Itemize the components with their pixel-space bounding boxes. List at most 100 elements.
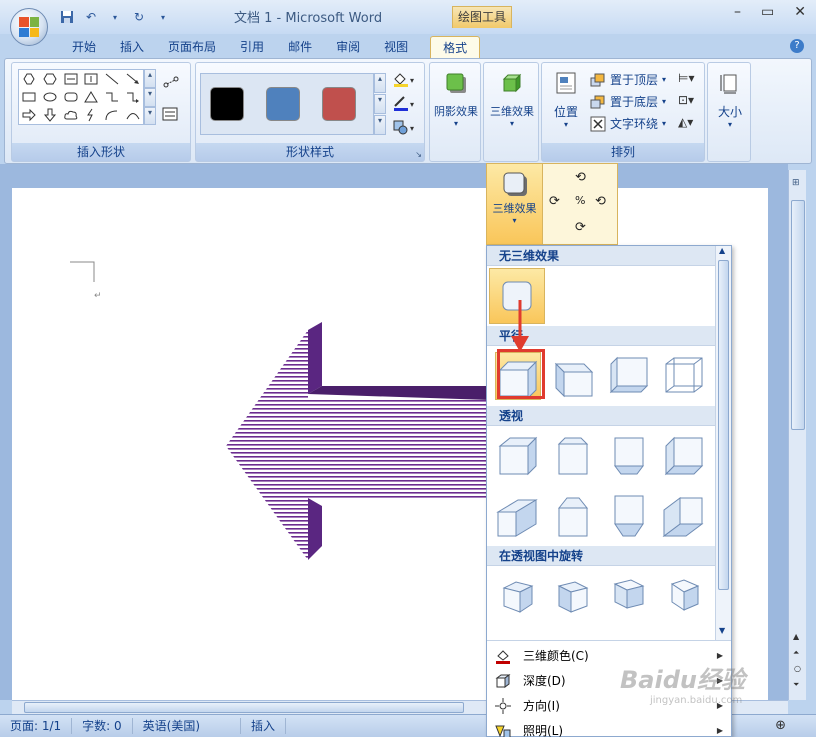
close-icon[interactable]: ✕ — [794, 4, 806, 20]
perspective-option-4[interactable] — [662, 432, 708, 480]
change-shape-icon[interactable]: ▾ — [392, 119, 418, 138]
tab-mailings[interactable]: 邮件 — [276, 36, 324, 58]
browse-object-icon[interactable]: ○ — [794, 664, 801, 673]
undo-icon[interactable]: ↶ — [82, 8, 100, 26]
style-swatch-red[interactable] — [322, 87, 356, 121]
tab-review[interactable]: 审阅 — [324, 36, 372, 58]
horizontal-scroll-thumb[interactable] — [24, 702, 464, 713]
shapes-more[interactable]: ▾ — [144, 107, 156, 125]
redo-icon[interactable]: ↻ — [130, 8, 148, 26]
perspective-option-3[interactable] — [606, 432, 652, 480]
arc-shape-icon[interactable] — [102, 106, 123, 124]
vertical-textbox-shape-icon[interactable] — [81, 70, 102, 88]
arrow-shape[interactable] — [226, 322, 490, 560]
zoom-in-icon[interactable]: ⊕ — [775, 718, 786, 733]
group-icon[interactable]: ⊡▾ — [678, 93, 694, 107]
rectangle-shape-icon[interactable] — [19, 88, 40, 106]
cloud-shape-icon[interactable] — [60, 106, 81, 124]
rotation-option-4[interactable] — [662, 572, 708, 620]
oval-shape-icon[interactable] — [40, 88, 61, 106]
tab-format[interactable]: 格式 — [430, 36, 481, 58]
rotation-option-3[interactable] — [606, 572, 652, 620]
parallel-oblique-bottom-option[interactable] — [606, 352, 651, 400]
three-d-effects-ribbon-button[interactable]: 三维效果 ▾ — [486, 67, 538, 128]
status-mode[interactable]: 插入 — [241, 718, 287, 734]
elbow-connector-shape-icon[interactable] — [102, 88, 123, 106]
shapes-gallery[interactable] — [18, 69, 144, 125]
style-swatch-black[interactable] — [210, 87, 244, 121]
position-button[interactable]: 位置 ▾ — [546, 67, 586, 129]
shadow-effects-button[interactable]: 阴影效果 ▾ — [432, 67, 480, 128]
down-arrow-shape-icon[interactable] — [40, 106, 61, 124]
dialog-launcher-icon[interactable]: ↘ — [415, 150, 422, 159]
shapes-scroll-down[interactable]: ▾ — [144, 88, 156, 107]
three-d-toggle-icon[interactable]: % — [575, 194, 585, 207]
textbox-shape-icon[interactable] — [60, 70, 81, 88]
triangle-shape-icon[interactable] — [81, 88, 102, 106]
restore-icon[interactable]: ▭ — [761, 4, 774, 20]
styles-more[interactable]: ▾ — [374, 115, 386, 135]
tilt-right-icon[interactable]: ⟲ — [595, 194, 606, 209]
perspective-option-1[interactable] — [495, 432, 541, 480]
help-icon[interactable]: ? — [790, 39, 804, 53]
office-button[interactable] — [10, 8, 48, 46]
line-shape-icon[interactable] — [102, 70, 123, 88]
dropdown-arrow-icon[interactable]: ▾ — [106, 8, 124, 26]
customize-qat-icon[interactable]: ▾ — [154, 8, 172, 26]
gallery-scroll-up-icon[interactable]: ▲ — [719, 246, 725, 255]
tab-home[interactable]: 开始 — [60, 36, 108, 58]
minimize-icon[interactable]: – — [734, 4, 741, 20]
status-page[interactable]: 页面: 1/1 — [0, 718, 73, 734]
shapes-scroll-up[interactable]: ▴ — [144, 69, 156, 88]
styles-scroll-down[interactable]: ▾ — [374, 94, 386, 114]
next-page-icon[interactable]: ⏷ — [793, 680, 799, 690]
perspective-option-2[interactable] — [551, 432, 597, 480]
rotate-icon[interactable]: ◭▾ — [678, 115, 693, 129]
scroll-up-arrow-icon[interactable]: ▲ — [793, 632, 799, 641]
vertical-scroll-thumb[interactable] — [791, 200, 805, 430]
gallery-scroll-down-icon[interactable]: ▼ — [719, 626, 725, 635]
parallel-oblique-top-right-option[interactable] — [551, 352, 596, 400]
tilt-left-icon[interactable]: ⟳ — [549, 194, 560, 209]
parallel-wireframe-option[interactable] — [662, 352, 707, 400]
edit-shape-icon[interactable] — [162, 75, 184, 92]
vertical-scrollbar[interactable]: ⊞ ▲ ⏶ ○ ⏷ — [788, 170, 806, 700]
curve-shape-icon[interactable] — [122, 106, 143, 124]
ruler-toggle-icon[interactable]: ⊞ — [792, 178, 800, 188]
tab-insert[interactable]: 插入 — [108, 36, 156, 58]
save-icon[interactable] — [58, 8, 76, 26]
status-language[interactable]: 英语(美国) — [133, 718, 242, 734]
arrow-line-shape-icon[interactable] — [122, 70, 143, 88]
styles-scroll-up[interactable]: ▴ — [374, 73, 386, 93]
hexagon-arrow-shape-icon[interactable] — [19, 70, 40, 88]
tab-view[interactable]: 视图 — [372, 36, 420, 58]
lightning-shape-icon[interactable] — [81, 106, 102, 124]
perspective-option-7[interactable] — [606, 492, 652, 540]
tab-references[interactable]: 引用 — [228, 36, 276, 58]
perspective-option-8[interactable] — [662, 492, 708, 540]
size-button[interactable]: 大小 ▾ — [710, 67, 750, 129]
perspective-option-5[interactable] — [495, 492, 541, 540]
align-icon[interactable]: ⊨▾ — [678, 71, 694, 85]
text-wrap-button[interactable]: 文字环绕 ▾ — [590, 115, 666, 132]
bring-to-front-button[interactable]: 置于顶层 ▾ — [590, 71, 666, 88]
send-to-back-button[interactable]: 置于底层 ▾ — [590, 93, 666, 110]
perspective-option-6[interactable] — [551, 492, 597, 540]
elbow-arrow-connector-shape-icon[interactable] — [122, 88, 143, 106]
shape-outline-icon[interactable]: ▾ — [392, 95, 418, 114]
gallery-scroll-thumb[interactable] — [718, 260, 729, 590]
hexagon-shape-icon[interactable] — [40, 70, 61, 88]
shape-fill-icon[interactable]: ▾ — [392, 71, 418, 90]
rotation-option-2[interactable] — [551, 572, 597, 620]
status-words[interactable]: 字数: 0 — [72, 718, 133, 734]
menu-lighting[interactable]: 照明(L) ▶ — [487, 718, 731, 737]
tilt-down-icon[interactable]: ⟳ — [575, 220, 586, 235]
prev-page-icon[interactable]: ⏶ — [793, 648, 799, 658]
draw-textbox-icon[interactable] — [162, 107, 178, 124]
three-d-effects-dropdown-button[interactable]: 三维效果 ▾ ⟲ ⟳ % ⟲ ⟳ — [486, 163, 618, 245]
rounded-rectangle-shape-icon[interactable] — [60, 88, 81, 106]
tab-page-layout[interactable]: 页面布局 — [156, 36, 228, 58]
rotation-option-1[interactable] — [495, 572, 541, 620]
tilt-up-icon[interactable]: ⟲ — [575, 170, 586, 185]
style-swatch-blue[interactable] — [266, 87, 300, 121]
